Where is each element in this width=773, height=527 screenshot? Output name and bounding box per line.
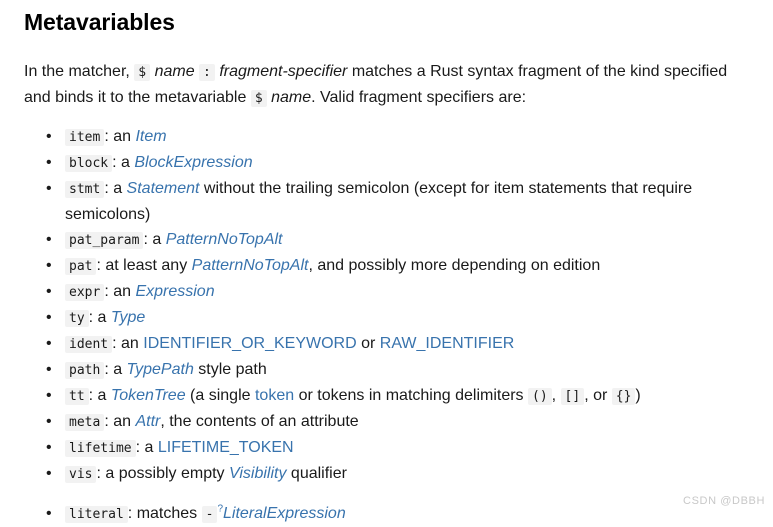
closing-paren: ): [635, 386, 641, 404]
code-token: expr: [65, 283, 105, 301]
list-item: pat: at least any PatternNoTopAlt, and p…: [24, 253, 755, 279]
link-raw-identifier[interactable]: RAW_IDENTIFIER: [380, 335, 515, 352]
link-attr[interactable]: Attr: [135, 413, 160, 430]
item-separator: : a: [104, 179, 127, 197]
item-separator: : a: [143, 230, 166, 248]
list-item: tt: a TokenTree (a single token or token…: [24, 383, 755, 409]
list-item: pat_param: a PatternNoTopAlt: [24, 227, 755, 253]
item-separator: : an: [104, 282, 136, 300]
code-token: pat: [65, 257, 97, 275]
list-item: path: a TypePath style path: [24, 357, 755, 383]
code-token: vis: [65, 465, 97, 483]
code-token: ty: [65, 309, 89, 327]
code-token: pat_param: [65, 231, 144, 249]
link-identifier-or-keyword[interactable]: IDENTIFIER_OR_KEYWORD: [143, 335, 356, 352]
item-separator: : an: [104, 412, 136, 430]
link-blockexpression[interactable]: BlockExpression: [134, 154, 252, 171]
item-tail: or tokens in matching delimiters: [294, 386, 528, 404]
link-typepath[interactable]: TypePath: [127, 361, 194, 378]
item-separator: : a: [135, 438, 158, 456]
watermark: CSDN @DBBH: [683, 495, 765, 507]
delimiter-comma-1: ,: [551, 386, 561, 404]
link-token[interactable]: token: [255, 387, 294, 404]
code-bracket-delimiter: []: [560, 387, 585, 405]
page-title: Metavariables: [24, 9, 175, 35]
link-type[interactable]: Type: [111, 309, 145, 326]
code-token: path: [65, 361, 105, 379]
fragment-specifier-list: item: an Item block: a BlockExpression s…: [24, 124, 755, 487]
code-paren-delimiter: (): [528, 387, 552, 405]
item-separator: : a: [104, 360, 127, 378]
list-item: item: an Item: [24, 124, 755, 150]
link-patternnotopalt[interactable]: PatternNoTopAlt: [166, 231, 283, 248]
item-tail: , and possibly more depending on edition: [308, 256, 601, 274]
list-item: meta: an Attr, the contents of an attrib…: [24, 409, 755, 435]
code-token: ident: [65, 335, 113, 353]
code-colon: :: [199, 63, 215, 81]
code-token: meta: [65, 413, 105, 431]
list-item: vis: a possibly empty Visibility qualifi…: [24, 461, 755, 487]
fragment-specifier-list-continued: literal: matches -?LiteralExpression: [24, 501, 755, 527]
code-token: literal: [65, 505, 128, 523]
item-separator: : a: [112, 153, 135, 171]
item-separator: : an: [112, 334, 144, 352]
list-item: expr: an Expression: [24, 279, 755, 305]
list-item: ty: a Type: [24, 305, 755, 331]
code-dollar-sign-2: $: [250, 89, 267, 107]
list-item: literal: matches -?LiteralExpression: [24, 501, 755, 527]
item-tail: , the contents of an attribute: [160, 412, 359, 430]
link-expression[interactable]: Expression: [135, 283, 214, 300]
item-mid: (a single: [185, 386, 255, 404]
link-patternnotopalt[interactable]: PatternNoTopAlt: [192, 257, 309, 274]
item-separator: : a possibly empty: [96, 464, 229, 482]
code-token: item: [65, 128, 105, 146]
intro-text-part3: . Valid fragment specifiers are:: [311, 88, 527, 106]
delimiter-comma-2: , or: [584, 386, 612, 404]
code-token: tt: [65, 387, 89, 405]
item-separator: : a: [88, 386, 111, 404]
link-lifetime-token[interactable]: LIFETIME_TOKEN: [158, 439, 294, 456]
list-item: block: a BlockExpression: [24, 150, 755, 176]
list-item: ident: an IDENTIFIER_OR_KEYWORD or RAW_I…: [24, 331, 755, 357]
link-item[interactable]: Item: [135, 128, 166, 145]
item-tail: qualifier: [286, 464, 347, 482]
list-item: stmt: a Statement without the trailing s…: [24, 176, 755, 227]
link-visibility[interactable]: Visibility: [229, 465, 287, 482]
code-brace-delimiter: {}: [611, 387, 636, 405]
code-dollar-sign: $: [134, 63, 151, 81]
article-content: Metavariables In the matcher, $ name : f…: [0, 8, 773, 527]
intro-text-part1: In the matcher,: [24, 62, 135, 80]
code-minus-sign: -: [201, 505, 218, 523]
intro-paragraph: In the matcher, $ name : fragment-specif…: [24, 59, 755, 111]
link-statement[interactable]: Statement: [127, 180, 200, 197]
em-name-2: name: [271, 88, 312, 106]
code-token: stmt: [65, 180, 105, 198]
item-separator: : at least any: [96, 256, 192, 274]
list-item: lifetime: a LIFETIME_TOKEN: [24, 435, 755, 461]
item-separator: : an: [104, 127, 136, 145]
code-token: block: [65, 154, 113, 172]
item-tail: style path: [193, 360, 267, 378]
em-name: name: [154, 62, 195, 80]
em-fragment-specifier: fragment-specifier: [219, 62, 348, 80]
item-separator: : matches: [127, 504, 202, 522]
link-tokentree[interactable]: TokenTree: [111, 387, 186, 404]
link-literalexpression[interactable]: LiteralExpression: [223, 505, 346, 522]
item-separator: : a: [88, 308, 111, 326]
item-mid: or: [356, 334, 380, 352]
code-token: lifetime: [65, 439, 136, 457]
